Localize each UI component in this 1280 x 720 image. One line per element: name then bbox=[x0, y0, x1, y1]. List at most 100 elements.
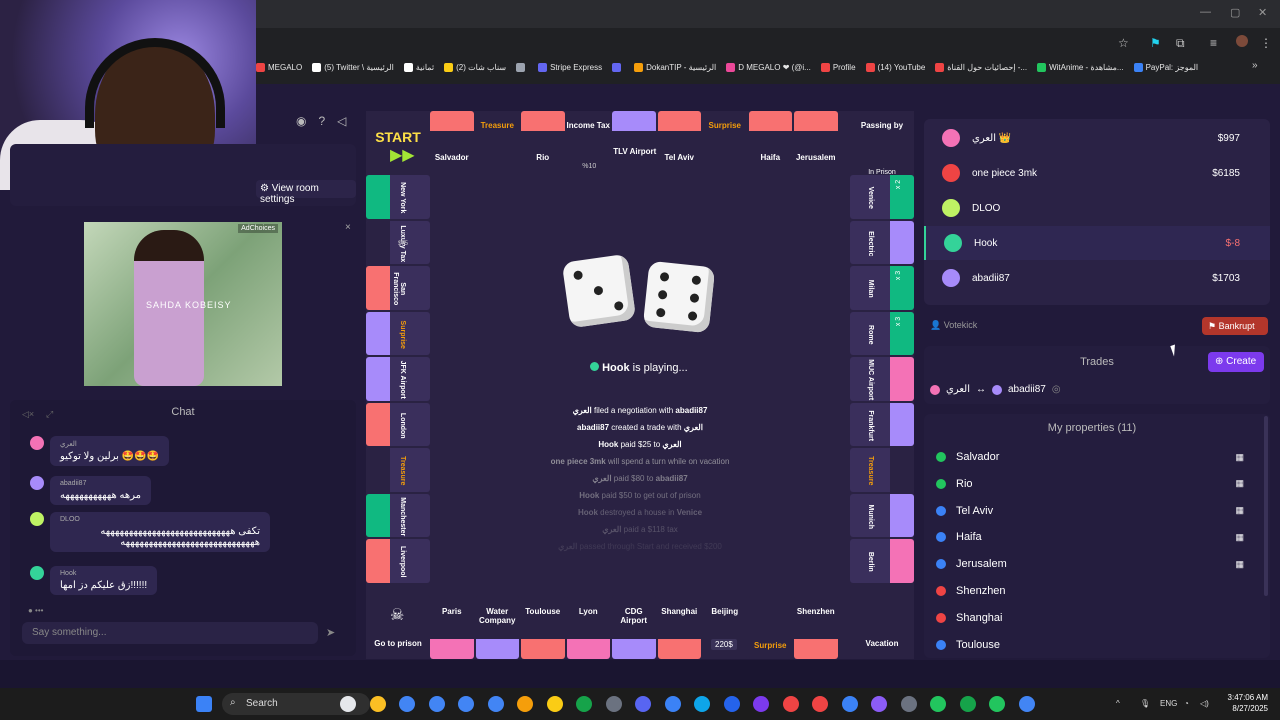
bookmark-item[interactable]: (14) YouTube bbox=[865, 62, 925, 72]
player-row[interactable]: DLOO bbox=[924, 191, 1270, 225]
sound-icon[interactable]: ◁ bbox=[337, 114, 346, 128]
board-tile[interactable]: Venice bbox=[850, 175, 914, 219]
board-tile[interactable]: San Francisco bbox=[366, 266, 430, 310]
taskbar-app-icon[interactable] bbox=[487, 696, 504, 712]
tray-chevron-icon[interactable]: ^ bbox=[1116, 699, 1120, 708]
start-icon[interactable] bbox=[196, 696, 212, 712]
media-icon[interactable]: ≡ bbox=[1210, 36, 1217, 50]
discord-icon[interactable]: ◉ bbox=[296, 114, 306, 128]
board-tile[interactable]: Tel Aviv bbox=[657, 111, 701, 175]
taskbar-app-icon[interactable] bbox=[871, 696, 887, 712]
bookmark-item[interactable]: D MEGALO ❤ (@i... bbox=[726, 62, 811, 72]
bookmark-item[interactable] bbox=[612, 62, 624, 72]
taskbar-app-icon[interactable] bbox=[841, 696, 858, 712]
votekick-button[interactable]: 👤 Votekick bbox=[930, 320, 977, 331]
board-tile[interactable]: JFK Airport bbox=[366, 357, 430, 401]
board-tile[interactable]: Shanghai bbox=[657, 595, 701, 659]
taskbar-app-icon[interactable] bbox=[989, 696, 1005, 712]
language-indicator[interactable]: ENG bbox=[1160, 699, 1177, 708]
taskbar-app-icon[interactable] bbox=[930, 696, 946, 712]
volume-icon[interactable]: ◁) bbox=[1200, 699, 1209, 708]
house-icon[interactable]: ▦ bbox=[1235, 452, 1244, 463]
board-tile[interactable]: Rio bbox=[521, 111, 565, 175]
board-tile[interactable]: Milan bbox=[850, 266, 914, 310]
board-tile[interactable]: START ▶▶ bbox=[366, 111, 430, 175]
board-tile[interactable]: Surprise bbox=[703, 111, 747, 175]
bookmark-item[interactable]: ثمانية bbox=[403, 62, 434, 72]
board-tile[interactable]: Frankfurt bbox=[850, 402, 914, 446]
eye-icon[interactable]: ◎ bbox=[1052, 384, 1061, 395]
board-tile[interactable]: Go to prison ☠ bbox=[366, 595, 430, 659]
minimize-icon[interactable]: — bbox=[1200, 6, 1211, 18]
bookmark-item[interactable]: WitAnime - مشاهدة... bbox=[1037, 62, 1124, 72]
board-tile[interactable]: Haifa bbox=[748, 111, 792, 175]
taskbar-app-icon[interactable] bbox=[517, 696, 533, 712]
board-tile[interactable]: Berlin bbox=[850, 539, 914, 583]
taskbar-app-icon[interactable] bbox=[900, 696, 917, 712]
bookmark-item[interactable]: MEGALO bbox=[256, 62, 302, 72]
board-tile[interactable]: Shenzhen bbox=[794, 595, 838, 659]
chat-input[interactable]: Say something... bbox=[22, 622, 318, 644]
taskbar-app-icon[interactable] bbox=[458, 696, 474, 712]
property-row[interactable]: Toulouse bbox=[932, 634, 1260, 656]
bookmark-item[interactable] bbox=[516, 62, 528, 72]
board-tile[interactable]: London bbox=[366, 402, 430, 446]
bookmark-item[interactable]: PayPal: الموجز bbox=[1133, 62, 1198, 72]
taskbar-app-icon[interactable] bbox=[782, 696, 799, 712]
trade-item[interactable]: العري ↔ abadii87 ◎ bbox=[930, 384, 1061, 395]
board-tile[interactable] bbox=[612, 111, 656, 175]
more-bookmarks-icon[interactable]: » bbox=[1252, 60, 1258, 71]
bankrupt-button[interactable]: ⚑ Bankrupt bbox=[1202, 317, 1268, 335]
property-row[interactable]: Salvador ▦ bbox=[932, 446, 1260, 468]
scrollbar[interactable] bbox=[1264, 416, 1268, 596]
house-icon[interactable]: ▦ bbox=[1235, 559, 1244, 570]
board-tile[interactable]: Treasure bbox=[366, 448, 430, 492]
taskbar-app-icon[interactable] bbox=[399, 696, 415, 712]
extension-icon[interactable]: ⚑ bbox=[1150, 36, 1161, 50]
taskbar-app-icon[interactable] bbox=[812, 696, 828, 712]
bookmark-item[interactable]: (5) Twitter \ الرئيسية bbox=[312, 62, 394, 72]
player-row[interactable]: العري 👑 $997 bbox=[924, 121, 1270, 155]
property-row[interactable]: Jerusalem ▦ bbox=[932, 553, 1260, 575]
property-row[interactable]: Shanghai bbox=[932, 607, 1260, 629]
maximize-icon[interactable]: ▢ bbox=[1230, 6, 1240, 19]
property-row[interactable]: Shenzhen bbox=[932, 580, 1260, 602]
bookmark-item[interactable]: Stripe Express bbox=[538, 62, 602, 72]
board-tile[interactable]: Treasure bbox=[850, 448, 914, 492]
close-window-icon[interactable]: ✕ bbox=[1258, 6, 1267, 19]
board-tile[interactable]: MUC Airport bbox=[850, 357, 914, 401]
board-tile[interactable]: Rome bbox=[850, 311, 914, 355]
mic-icon[interactable]: 🎙 bbox=[1140, 699, 1150, 708]
bookmark-item[interactable]: Profile bbox=[820, 62, 856, 72]
house-icon[interactable]: ▦ bbox=[1235, 478, 1244, 489]
property-row[interactable]: Haifa ▦ bbox=[932, 526, 1260, 548]
wifi-icon[interactable]: ◔ bbox=[1184, 699, 1189, 708]
taskbar-app-icon[interactable] bbox=[959, 696, 976, 712]
create-trade-button[interactable]: ⊕ Create bbox=[1208, 352, 1264, 372]
player-row[interactable]: one piece 3mk $6185 bbox=[924, 156, 1270, 190]
board-tile[interactable]: Liverpool bbox=[366, 539, 430, 583]
taskbar-app-icon[interactable] bbox=[753, 696, 769, 712]
star-icon[interactable]: ☆ bbox=[1118, 36, 1129, 50]
taskbar-app-icon[interactable] bbox=[605, 696, 622, 712]
house-icon[interactable]: ▦ bbox=[1235, 532, 1244, 543]
advertisement[interactable]: SAHDA KOBEISY AdChoices bbox=[84, 222, 282, 386]
view-room-settings-button[interactable]: ⚙ View room settings bbox=[256, 180, 356, 205]
board-tile[interactable]: Jerusalem bbox=[794, 111, 838, 175]
bookmark-item[interactable]: (2) سناب شات bbox=[444, 62, 506, 72]
board-tile[interactable]: Water Company bbox=[475, 595, 519, 659]
board-tile[interactable]: New York bbox=[366, 175, 430, 219]
property-row[interactable]: Rio ▦ bbox=[932, 473, 1260, 495]
send-icon[interactable]: ➤ bbox=[326, 626, 335, 639]
puzzle-icon[interactable]: ⧉ bbox=[1176, 36, 1185, 51]
menu-icon[interactable]: ⋮ bbox=[1260, 36, 1272, 50]
board-tile[interactable]: Lyon bbox=[566, 595, 610, 659]
bookmark-item[interactable]: DokanTIP - الرئيسية bbox=[634, 62, 716, 72]
taskbar-app-icon[interactable] bbox=[723, 696, 740, 712]
bookmark-item[interactable]: إحصائيات حول القناة -... bbox=[935, 62, 1027, 72]
taskbar-app-icon[interactable] bbox=[369, 696, 386, 712]
board-tile[interactable]: Vacation bbox=[850, 595, 914, 659]
taskbar-app-icon[interactable] bbox=[635, 696, 651, 712]
board-tile[interactable]: Toulouse bbox=[521, 595, 565, 659]
help-icon[interactable]: ? bbox=[318, 114, 325, 128]
